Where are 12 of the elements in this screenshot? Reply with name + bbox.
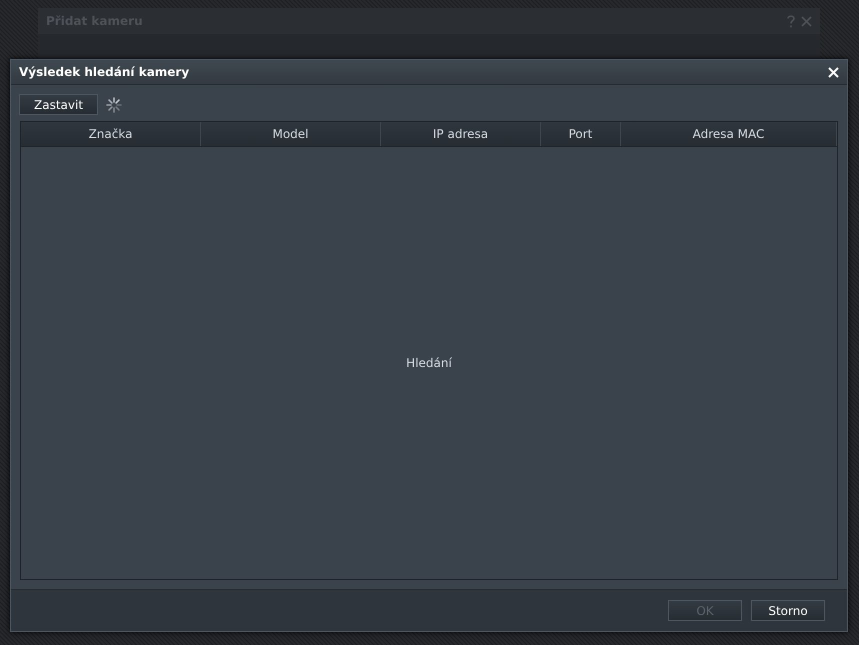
dialog-title: Výsledek hledání kamery — [19, 65, 190, 79]
dialog-button[interactable]: Storno — [751, 600, 825, 621]
stop-button[interactable]: Zastavit — [19, 94, 98, 115]
column-header[interactable]: Port — [541, 122, 621, 146]
close-button[interactable] — [828, 66, 839, 78]
column-header[interactable]: IP adresa — [381, 122, 541, 146]
searching-status: Hledání — [406, 356, 452, 370]
close-icon[interactable] — [801, 16, 812, 26]
column-header[interactable]: Model — [201, 122, 381, 146]
help-icon[interactable] — [787, 14, 795, 28]
column-header[interactable]: Značka — [21, 122, 201, 146]
column-header[interactable]: Adresa MAC — [621, 122, 837, 146]
